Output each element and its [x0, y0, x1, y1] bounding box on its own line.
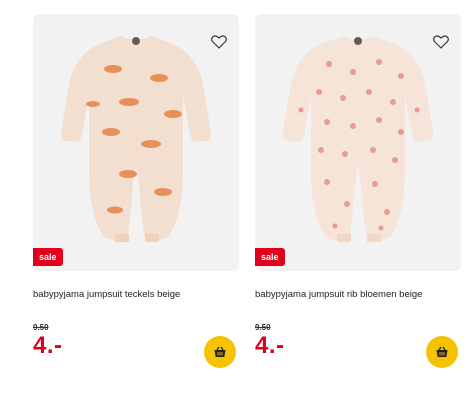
old-price: 9.50 [255, 323, 271, 332]
sale-badge: sale [33, 248, 63, 266]
current-price: 4.- [33, 332, 63, 359]
basket-icon [436, 346, 448, 357]
product-image[interactable]: sale [33, 14, 239, 271]
product-title[interactable]: babypyjama jumpsuit rib bloemen beige [255, 289, 461, 301]
product-title[interactable]: babypyjama jumpsuit teckels beige [33, 289, 239, 301]
heart-icon [211, 35, 227, 49]
old-price: 9.50 [33, 323, 49, 332]
product-card[interactable]: sale babypyjama jumpsuit teckels beige 9… [33, 14, 239, 368]
current-price: 4.- [255, 332, 285, 359]
add-to-basket-button[interactable] [204, 336, 236, 368]
add-to-basket-button[interactable] [426, 336, 458, 368]
basket-icon [214, 346, 226, 357]
product-image[interactable]: sale [255, 14, 461, 271]
jumpsuit-dachshund-image [60, 36, 212, 242]
jumpsuit-flowers-image [282, 36, 434, 242]
product-card[interactable]: sale babypyjama jumpsuit rib bloemen bei… [255, 14, 461, 368]
sale-badge: sale [255, 248, 285, 266]
favorite-button[interactable] [209, 32, 229, 52]
heart-icon [433, 35, 449, 49]
favorite-button[interactable] [431, 32, 451, 52]
